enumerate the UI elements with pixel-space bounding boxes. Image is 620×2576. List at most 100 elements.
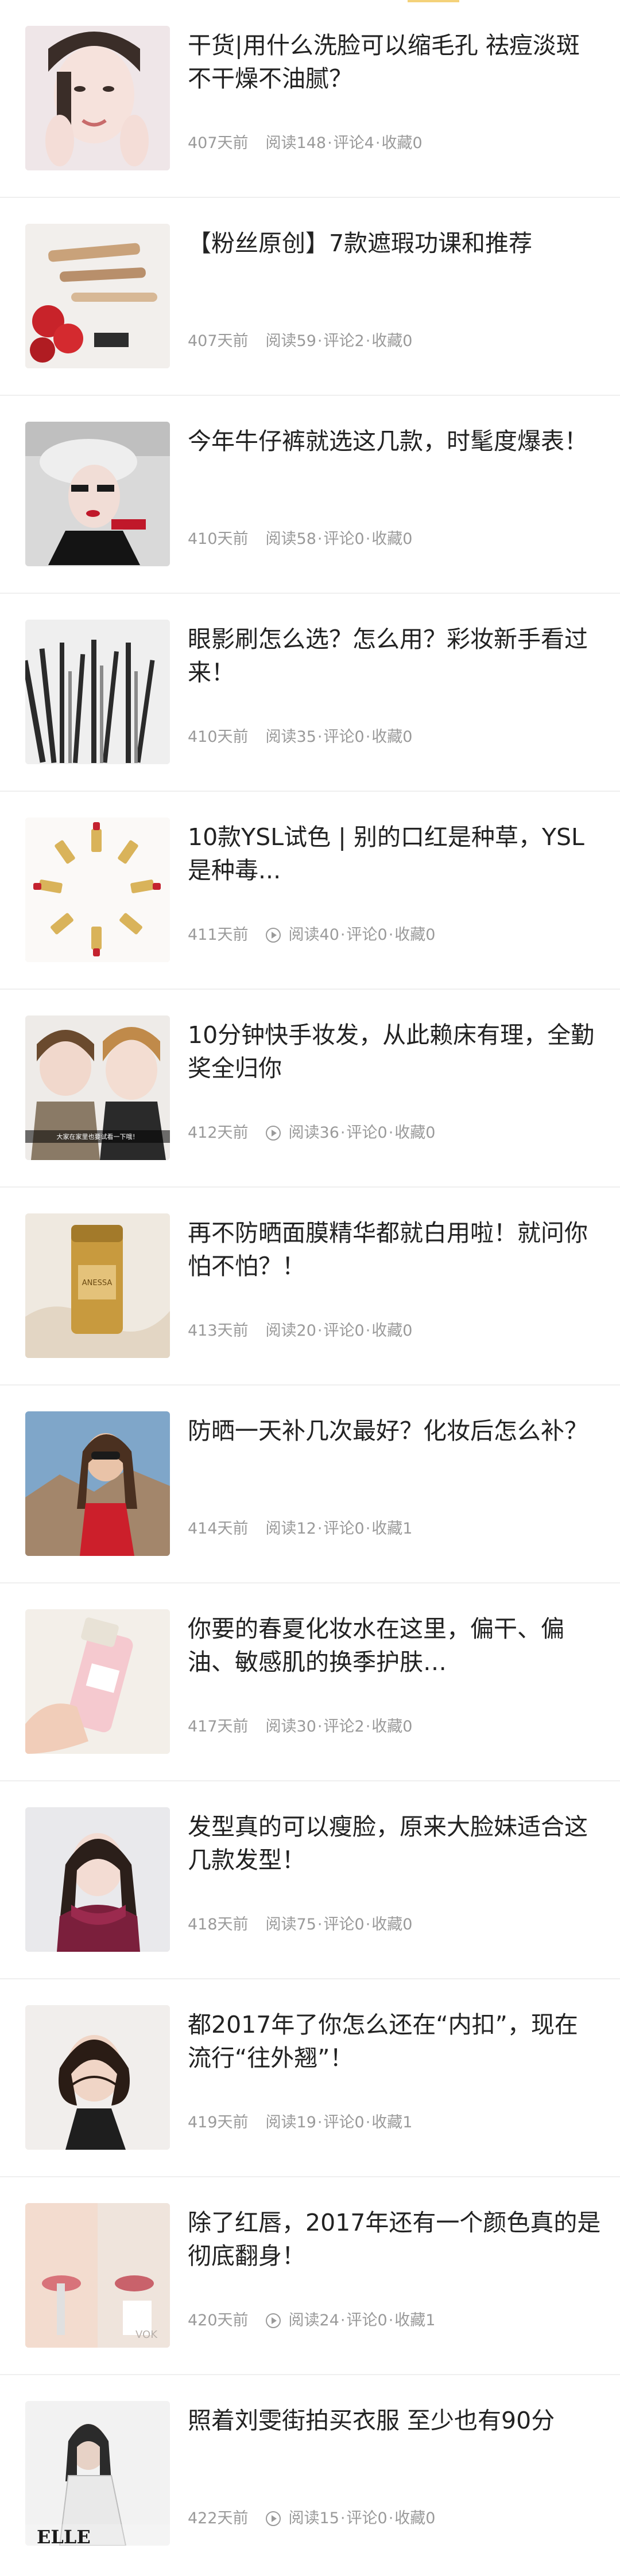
article-item[interactable]: 干货|用什么洗脸可以缩毛孔 祛痘淡斑 不干燥不油腻？ 407天前 阅读148 · … <box>0 0 620 198</box>
thumbnail-logo: ELLE <box>37 2526 91 2546</box>
save-count: 收藏1 <box>394 2312 436 2329</box>
article-title[interactable]: 防晒一天补几次最好？化妆后怎么补？ <box>188 1414 601 1447</box>
read-count: 阅读75 <box>265 1916 316 1933</box>
comment-count: 评论0 <box>323 1322 365 1340</box>
comment-count: 评论0 <box>323 2114 365 2131</box>
read-count: 阅读24 <box>288 2312 339 2329</box>
article-item[interactable]: 10款YSL试色 | 别的口红是种草，YSL是种毒... 411天前 阅读40 ·… <box>0 792 620 990</box>
save-count: 收藏1 <box>371 2114 413 2131</box>
article-thumbnail[interactable] <box>25 818 170 962</box>
publish-time: 417天前 <box>188 1718 249 1736</box>
save-count: 收藏0 <box>371 1916 413 1933</box>
article-title[interactable]: 发型真的可以瘦脸，原来大脸妹适合这几款发型！ <box>188 1810 601 1877</box>
publish-time: 414天前 <box>188 1520 249 1538</box>
article-title[interactable]: 你要的春夏化妆水在这里，偏干、偏油、敏感肌的换季护肤… <box>188 1612 601 1679</box>
article-meta: 420天前 阅读24 · 评论0 · 收藏1 <box>188 2309 435 2332</box>
publish-time: 422天前 <box>188 2509 249 2527</box>
article-title[interactable]: 10分钟快手妆发，从此赖床有理，全勤奖全归你 <box>188 1018 601 1085</box>
thumbnail-watermark: VOK <box>135 2329 158 2341</box>
video-play-icon <box>265 2313 281 2328</box>
save-count: 收藏0 <box>371 1718 413 1736</box>
article-meta: 412天前 阅读36 · 评论0 · 收藏0 <box>188 1122 435 1145</box>
article-title[interactable]: 照着刘雯街拍买衣服 至少也有90分 <box>188 2404 601 2437</box>
article-thumbnail[interactable] <box>25 1807 170 1952</box>
article-meta: 411天前 阅读40 · 评论0 · 收藏0 <box>188 924 435 947</box>
article-thumbnail[interactable] <box>25 620 170 764</box>
comment-count: 评论0 <box>323 1520 365 1538</box>
article-thumbnail[interactable]: VOK <box>25 2203 170 2348</box>
svg-text:ANESSA: ANESSA <box>82 1279 113 1287</box>
article-title[interactable]: 眼影刷怎么选？怎么用？彩妆新手看过来！ <box>188 622 601 689</box>
article-meta: 418天前 阅读75 · 评论0 · 收藏0 <box>188 1913 412 1936</box>
read-count: 阅读58 <box>265 530 316 548</box>
comment-count: 评论0 <box>323 530 365 548</box>
article-thumbnail[interactable] <box>25 224 170 368</box>
article-title[interactable]: 10款YSL试色 | 别的口红是种草，YSL是种毒... <box>188 820 601 887</box>
read-count: 阅读12 <box>265 1520 316 1538</box>
read-count: 阅读20 <box>265 1322 316 1340</box>
article-item[interactable]: ELLE 照着刘雯街拍买衣服 至少也有90分 422天前 阅读15 · 评论0 · … <box>0 2375 620 2576</box>
publish-time: 412天前 <box>188 1124 249 1142</box>
article-item[interactable]: 今年牛仔裤就选这几款，时髦度爆表！ 410天前 阅读58 · 评论0 · 收藏0 <box>0 396 620 594</box>
save-count: 收藏0 <box>371 332 413 350</box>
save-count: 收藏0 <box>381 134 423 152</box>
article-title[interactable]: 都2017年了你怎么还在“内扣”，现在流行“往外翘”！ <box>188 2008 601 2075</box>
article-thumbnail[interactable] <box>25 1411 170 1556</box>
article-meta: 410天前 阅读35 · 评论0 · 收藏0 <box>188 726 412 749</box>
comment-count: 评论2 <box>323 1718 365 1736</box>
article-meta: 407天前 阅读59 · 评论2 · 收藏0 <box>188 330 412 353</box>
read-count: 阅读36 <box>288 1124 339 1142</box>
read-count: 阅读59 <box>265 332 316 350</box>
article-meta: 407天前 阅读148 · 评论4 · 收藏0 <box>188 132 423 155</box>
publish-time: 407天前 <box>188 134 249 152</box>
article-thumbnail[interactable] <box>25 1609 170 1754</box>
save-count: 收藏1 <box>371 1520 413 1538</box>
save-count: 收藏0 <box>371 728 413 746</box>
article-title[interactable]: 干货|用什么洗脸可以缩毛孔 祛痘淡斑 不干燥不油腻？ <box>188 29 601 95</box>
article-meta: 413天前 阅读20 · 评论0 · 收藏0 <box>188 1320 412 1343</box>
publish-time: 410天前 <box>188 530 249 548</box>
article-thumbnail[interactable] <box>25 2005 170 2150</box>
article-title[interactable]: 除了红唇，2017年还有一个颜色真的是彻底翻身！ <box>188 2206 601 2273</box>
comment-count: 评论4 <box>333 134 374 152</box>
comment-count: 评论0 <box>346 926 388 944</box>
read-count: 阅读35 <box>265 728 316 746</box>
article-item[interactable]: 【粉丝原创】7款遮瑕功课和推荐 407天前 阅读59 · 评论2 · 收藏0 <box>0 198 620 396</box>
article-title[interactable]: 今年牛仔裤就选这几款，时髦度爆表！ <box>188 425 601 458</box>
article-title[interactable]: 【粉丝原创】7款遮瑕功课和推荐 <box>188 227 601 260</box>
read-count: 阅读148 <box>265 134 327 152</box>
publish-time: 410天前 <box>188 728 249 746</box>
article-item[interactable]: 眼影刷怎么选？怎么用？彩妆新手看过来！ 410天前 阅读35 · 评论0 · 收藏0 <box>0 594 620 792</box>
article-item[interactable]: 防晒一天补几次最好？化妆后怎么补？ 414天前 阅读12 · 评论0 · 收藏1 <box>0 1386 620 1583</box>
publish-time: 413天前 <box>188 1322 249 1340</box>
comment-count: 评论0 <box>346 1124 388 1142</box>
comment-count: 评论2 <box>323 332 365 350</box>
video-play-icon <box>265 928 281 943</box>
article-meta: 422天前 阅读15 · 评论0 · 收藏0 <box>188 2507 435 2530</box>
article-meta: 417天前 阅读30 · 评论2 · 收藏0 <box>188 1715 412 1738</box>
save-count: 收藏0 <box>394 926 436 944</box>
article-meta: 419天前 阅读19 · 评论0 · 收藏1 <box>188 2111 412 2134</box>
article-item[interactable]: VOK 除了红唇，2017年还有一个颜色真的是彻底翻身！ 420天前 阅读24 ·… <box>0 2177 620 2375</box>
publish-time: 419天前 <box>188 2114 249 2131</box>
thumbnail-caption: 大家在家里也要试看一下哦！ <box>57 1133 139 1141</box>
video-play-icon <box>265 2511 281 2526</box>
publish-time: 411天前 <box>188 926 249 944</box>
article-item[interactable]: 都2017年了你怎么还在“内扣”，现在流行“往外翘”！ 419天前 阅读19 · … <box>0 1979 620 2177</box>
publish-time: 418天前 <box>188 1916 249 1933</box>
save-count: 收藏0 <box>371 1322 413 1340</box>
article-thumbnail[interactable]: ANESSA <box>25 1213 170 1358</box>
read-count: 阅读30 <box>265 1718 316 1736</box>
article-item[interactable]: 你要的春夏化妆水在这里，偏干、偏油、敏感肌的换季护肤… 417天前 阅读30 · … <box>0 1583 620 1781</box>
article-meta: 410天前 阅读58 · 评论0 · 收藏0 <box>188 528 412 551</box>
article-title[interactable]: 再不防晒面膜精华都就白用啦！就问你怕不怕？！ <box>188 1216 601 1283</box>
article-item[interactable]: 发型真的可以瘦脸，原来大脸妹适合这几款发型！ 418天前 阅读75 · 评论0 · … <box>0 1781 620 1979</box>
article-thumbnail[interactable] <box>25 422 170 566</box>
article-thumbnail[interactable]: 大家在家里也要试看一下哦！ <box>25 1015 170 1160</box>
save-count: 收藏0 <box>394 2509 436 2527</box>
article-item[interactable]: 大家在家里也要试看一下哦！ 10分钟快手妆发，从此赖床有理，全勤奖全归你 412… <box>0 990 620 1188</box>
article-meta: 414天前 阅读12 · 评论0 · 收藏1 <box>188 1517 412 1540</box>
article-item[interactable]: ANESSA 再不防晒面膜精华都就白用啦！就问你怕不怕？！ 413天前 阅读20… <box>0 1188 620 1386</box>
article-thumbnail[interactable] <box>25 26 170 170</box>
article-thumbnail[interactable]: ELLE <box>25 2401 170 2546</box>
